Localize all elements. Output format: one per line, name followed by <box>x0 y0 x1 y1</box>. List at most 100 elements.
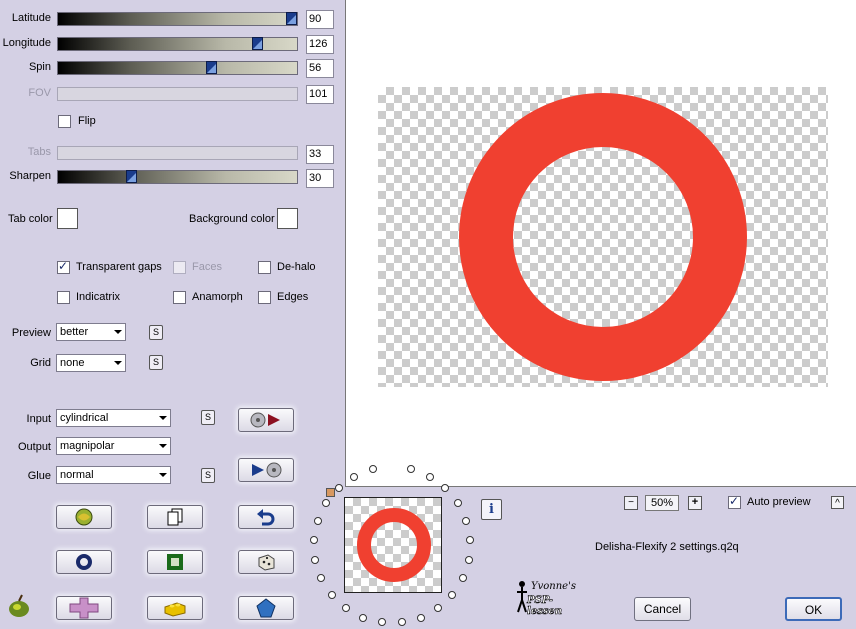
chevron-down-icon <box>114 330 122 334</box>
latitude-slider[interactable] <box>57 12 298 26</box>
sharpen-thumb[interactable] <box>126 170 137 183</box>
indicatrix-checkbox[interactable] <box>57 291 70 304</box>
output-select[interactable]: magnipolar <box>56 437 171 455</box>
fov-label: FOV <box>28 87 51 99</box>
frame-button[interactable] <box>147 550 203 574</box>
grid-label: Grid <box>30 357 51 369</box>
latitude-thumb[interactable] <box>286 12 297 25</box>
grid-select[interactable]: none <box>56 354 126 372</box>
cross-shape-button[interactable] <box>56 596 112 620</box>
dial-dot[interactable] <box>397 618 406 627</box>
glue-s-button[interactable]: S <box>201 468 215 483</box>
logo-line2: PSP-lessen <box>527 595 563 618</box>
dial-dot[interactable] <box>441 484 450 493</box>
longitude-slider[interactable] <box>57 37 298 51</box>
zoom-level: 50% <box>645 495 679 511</box>
spin-thumb[interactable] <box>206 61 217 74</box>
dial-dot[interactable] <box>416 613 425 622</box>
chevron-down-icon <box>159 473 167 477</box>
dial-dot[interactable] <box>464 555 473 564</box>
polyhedron-button[interactable] <box>238 596 294 620</box>
fov-value-input[interactable]: 101 <box>306 85 334 104</box>
faces-label: Faces <box>192 261 222 273</box>
dial-dot[interactable] <box>448 590 457 599</box>
dial-dot[interactable] <box>425 472 434 481</box>
zoom-out-button[interactable]: − <box>624 496 638 510</box>
dial-dot[interactable] <box>311 555 320 564</box>
anamorph-label: Anamorph <box>192 291 243 303</box>
dial-dot[interactable] <box>359 613 368 622</box>
info-icon: i <box>489 502 494 517</box>
yvonnes-logo: Yvonne's PSP-lessen <box>515 579 585 618</box>
brick-button[interactable] <box>147 596 203 620</box>
copy-button[interactable] <box>147 505 203 529</box>
dial-dot[interactable] <box>378 618 387 627</box>
flip-label: Flip <box>78 115 96 127</box>
dial-dot[interactable] <box>327 590 336 599</box>
spin-slider[interactable] <box>57 61 298 75</box>
load-output-button[interactable] <box>238 458 294 482</box>
copy-icon <box>167 508 183 526</box>
input-select-value: cylindrical <box>60 412 109 424</box>
preview-select-value: better <box>60 326 89 338</box>
input-select[interactable]: cylindrical <box>56 409 171 427</box>
latitude-value-input[interactable]: 90 <box>306 10 334 29</box>
dial-dot[interactable] <box>322 499 331 508</box>
spin-value-input[interactable]: 56 <box>306 59 334 78</box>
load-input-button[interactable] <box>238 408 294 432</box>
background-color-swatch[interactable] <box>277 208 298 229</box>
sharpen-value-input[interactable]: 30 <box>306 169 334 188</box>
edges-checkbox[interactable] <box>258 291 271 304</box>
latitude-label: Latitude <box>11 12 51 24</box>
anamorph-checkbox[interactable] <box>173 291 186 304</box>
check-icon: ✓ <box>58 259 69 273</box>
tab-color-label: Tab color <box>8 213 53 225</box>
navigator-anchor[interactable] <box>326 488 335 497</box>
tabs-value-input[interactable]: 33 <box>306 145 334 164</box>
dial-dot[interactable] <box>433 604 442 613</box>
grid-s-button[interactable]: S <box>149 355 163 370</box>
preview-canvas[interactable] <box>345 0 856 487</box>
tab-color-swatch[interactable] <box>57 208 78 229</box>
transparent-gaps-label: Transparent gaps <box>76 261 162 273</box>
auto-preview-label: Auto preview <box>747 496 811 508</box>
dehalo-checkbox[interactable] <box>258 261 271 274</box>
preview-select[interactable]: better <box>56 323 126 341</box>
dial-dot[interactable] <box>317 574 326 583</box>
dial-dot[interactable] <box>334 484 343 493</box>
input-s-button[interactable]: S <box>201 410 215 425</box>
flip-checkbox[interactable] <box>58 115 71 128</box>
dial-dot[interactable] <box>465 536 474 545</box>
longitude-value-input[interactable]: 126 <box>306 35 334 54</box>
dial-dot[interactable] <box>313 516 322 525</box>
dial-dot[interactable] <box>458 574 467 583</box>
apple-logo-icon <box>6 594 32 621</box>
info-button[interactable]: i <box>481 499 502 520</box>
undo-button[interactable] <box>238 505 294 529</box>
ok-button[interactable]: OK <box>785 597 842 621</box>
glue-label: Glue <box>27 470 51 482</box>
dial-dot[interactable] <box>310 536 319 545</box>
navigator-thumbnail[interactable] <box>344 497 442 593</box>
pentagon-icon <box>256 598 276 618</box>
dial-dot[interactable] <box>453 499 462 508</box>
auto-preview-checkbox[interactable]: ✓ <box>728 494 741 509</box>
disc-play-icon <box>250 412 280 428</box>
logo-line1: Yvonne's <box>531 581 576 592</box>
random-dice-button[interactable] <box>238 550 294 574</box>
spin-label: Spin <box>28 61 51 73</box>
ring-shape-button[interactable] <box>56 550 112 574</box>
zoom-in-button[interactable]: + <box>688 496 702 510</box>
preview-s-button[interactable]: S <box>149 325 163 340</box>
transparent-gaps-checkbox[interactable]: ✓ <box>57 259 70 274</box>
glue-select[interactable]: normal <box>56 466 171 484</box>
dial-dot[interactable] <box>342 604 351 613</box>
collapse-button[interactable]: ^ <box>831 496 844 509</box>
sharpen-slider[interactable] <box>57 170 298 184</box>
randomize-globe-button[interactable] <box>56 505 112 529</box>
cancel-button[interactable]: Cancel <box>634 597 691 621</box>
output-select-value: magnipolar <box>60 440 115 452</box>
globe-icon <box>75 508 93 526</box>
longitude-thumb[interactable] <box>252 37 263 50</box>
dial-dot[interactable] <box>462 516 471 525</box>
